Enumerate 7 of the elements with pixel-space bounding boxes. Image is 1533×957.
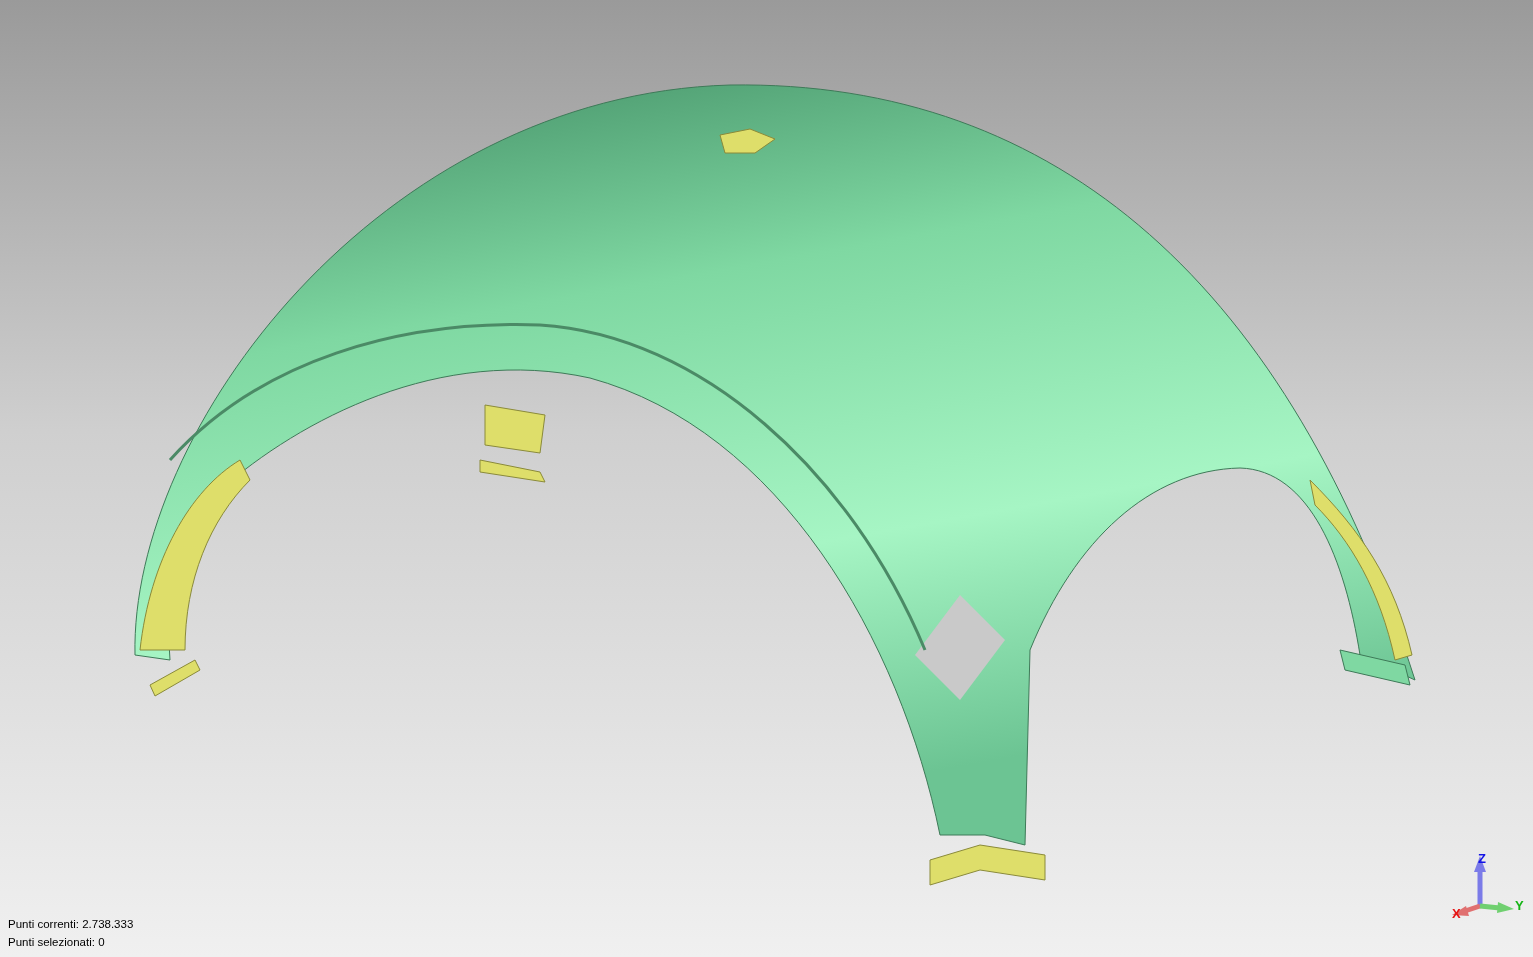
- axis-label: Y: [1515, 898, 1524, 913]
- status-text: Punti correnti: 2.738.333: [8, 917, 134, 932]
- 3d-viewport[interactable]: Punti correnti: 2.738.333 Punti selezionati: 0 Z X Y: [0, 0, 1533, 957]
- axis-gizmo-drawing[interactable]: Z X Y: [1440, 848, 1530, 922]
- axis-label: X: [1452, 906, 1461, 921]
- status-text: Punti selezionati: 0: [8, 935, 106, 950]
- axis-label: Z: [1478, 851, 1486, 866]
